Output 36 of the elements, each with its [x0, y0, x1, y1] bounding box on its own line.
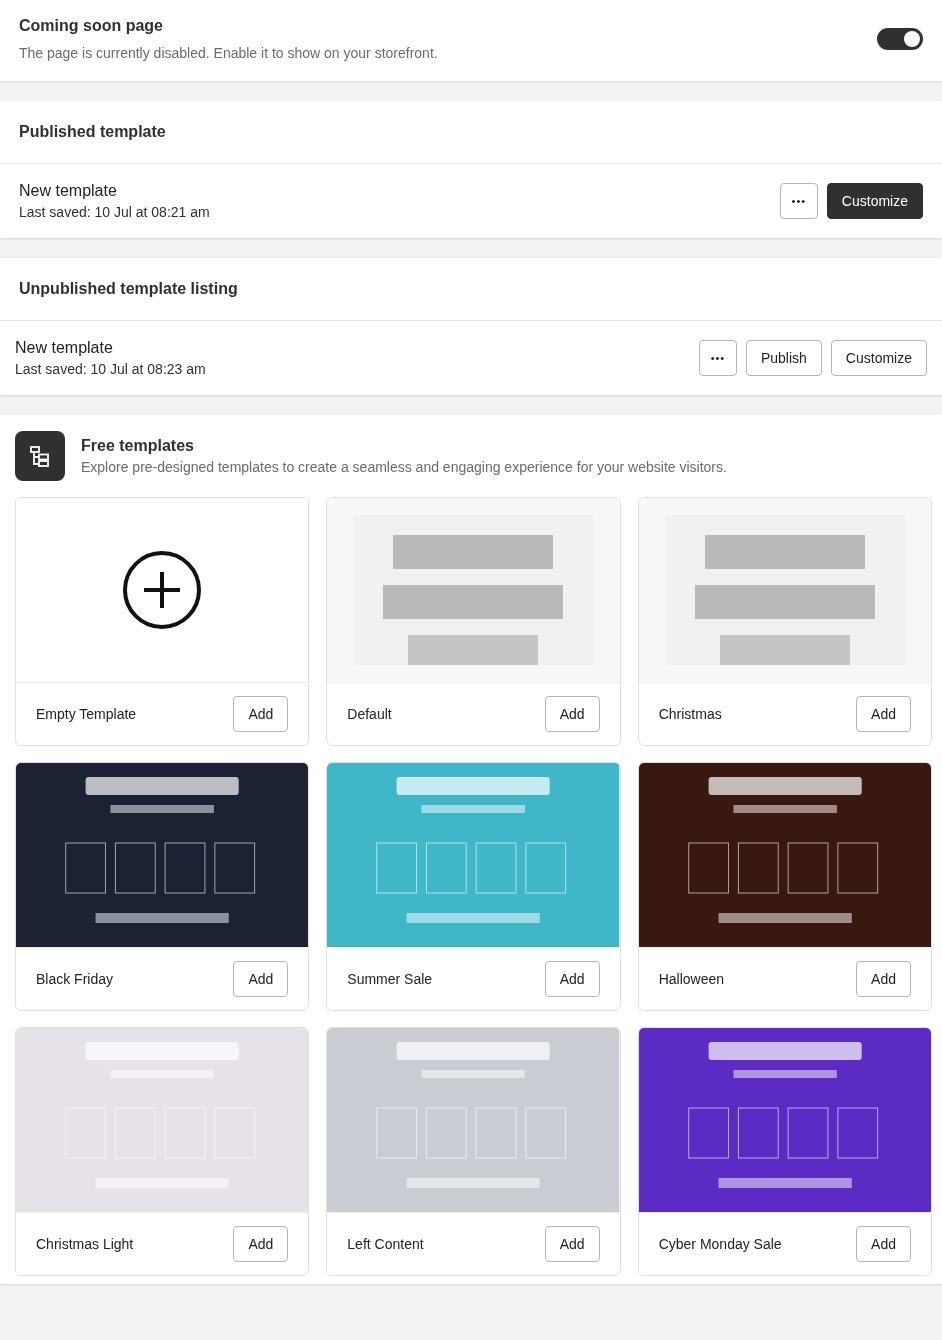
add-button[interactable]: Add — [544, 1226, 600, 1262]
action-button[interactable]: Customize — [830, 340, 927, 376]
section-title: Coming soon page — [19, 17, 164, 35]
add-button[interactable]: Add — [856, 1226, 911, 1262]
section-title: Published template — [19, 123, 167, 141]
section-title: Unpublished template listing — [19, 280, 239, 298]
add-button[interactable]: Add — [544, 961, 600, 997]
template-name: Left Content — [347, 1236, 424, 1252]
more-button[interactable]: ••• — [779, 183, 818, 219]
template-name: Christmas Light — [36, 1236, 134, 1252]
toggle-switch[interactable] — [877, 28, 923, 50]
template-name: Halloween — [658, 971, 725, 987]
template-name: Cyber Monday Sale — [658, 1236, 782, 1252]
template-name: Empty Template — [36, 706, 137, 722]
add-button[interactable]: Add — [856, 696, 911, 732]
more-button[interactable]: ••• — [698, 340, 737, 376]
section-description: Explore pre-designed templates to create a seamless and engaging experience for your website visitors. — [81, 459, 727, 475]
template-name: Default — [347, 706, 392, 722]
last-saved-text: Last saved: 10 Jul at 08:21 am — [19, 204, 210, 220]
add-button[interactable]: Add — [233, 961, 289, 997]
add-button[interactable]: Add — [233, 696, 289, 732]
template-name: New template — [15, 339, 114, 357]
template-name: Summer Sale — [347, 971, 433, 987]
action-button[interactable]: Publish — [745, 340, 822, 376]
add-button[interactable]: Add — [233, 1226, 289, 1262]
add-circle-icon — [122, 550, 203, 630]
customize-button[interactable]: Customize — [826, 183, 923, 219]
template-name: Black Friday — [36, 971, 114, 987]
template-name: New template — [19, 182, 118, 200]
last-saved-text: Last saved: 10 Jul at 08:23 am — [15, 361, 206, 377]
section-title: Free templates — [81, 437, 195, 455]
section-description: The page is currently disabled. Enable it to show on your storefront. — [19, 45, 438, 61]
add-button[interactable]: Add — [856, 961, 911, 997]
add-button[interactable]: Add — [544, 696, 600, 732]
template-name: Christmas — [658, 706, 722, 722]
templates-icon — [15, 431, 65, 481]
